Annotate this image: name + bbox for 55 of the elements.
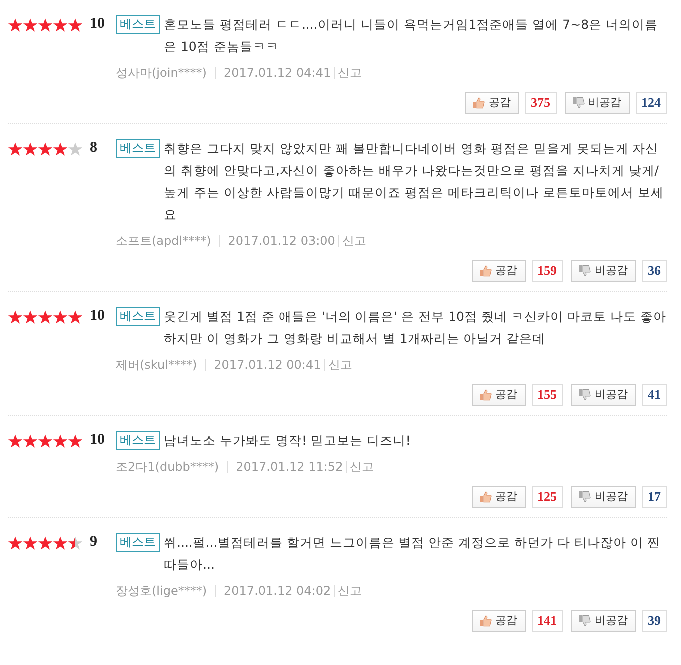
thumbs-up-icon [480,389,492,401]
dislike-count: 41 [642,384,667,406]
like-button[interactable]: 공감 [472,260,526,282]
like-count: 155 [532,384,563,406]
comment-text: 쒸....펄...별점테러를 할거면 느그이름은 별점 안준 계정으로 하던가 다 티나잖아 이 찐따들아... [164,534,662,574]
comment-date: 2017.01.12 00:41 [214,357,322,374]
thumbs-down-icon [579,491,591,503]
thumbs-down-icon [579,389,591,401]
score-value: 9 [90,533,98,552]
dislike-button[interactable]: 비공감 [564,92,630,114]
comment-date: 2017.01.12 03:00 [228,233,336,250]
dislike-count: 39 [642,610,667,632]
best-badge: 베스트 [116,431,160,450]
dislike-button[interactable]: 비공감 [571,384,636,406]
like-count: 125 [532,486,563,508]
score-value: 8 [90,139,98,158]
dislike-button[interactable]: 비공감 [571,610,636,632]
dislike-count: 36 [642,260,667,282]
comment-date: 2017.01.12 11:52 [236,459,344,476]
author-name: 제버(skul****) [116,357,198,374]
like-button[interactable]: 공감 [472,384,526,406]
author-name: 장성호(lige****) [116,583,208,600]
best-badge: 베스트 [116,533,160,552]
thumbs-down-icon [579,265,591,277]
comment-date: 2017.01.12 04:02 [224,583,332,600]
dislike-button[interactable]: 비공감 [571,260,636,282]
like-button[interactable]: 공감 [472,610,526,632]
comment-text: 웃긴게 별점 1점 준 애들은 '너의 이름은' 은 전부 10점 줬네 ㅋ신카이 마코토 나도 좋아하지만 이 영화가 그 영화랑 비교해서 별 1개짜리는 아닐거 같은데 [164,308,667,348]
like-count: 375 [525,92,556,114]
dislike-button[interactable]: 비공감 [571,486,636,508]
thumbs-down-icon [572,97,584,109]
author-name: 소프트(apdl****) [116,233,212,250]
best-badge: 베스트 [116,15,160,34]
thumbs-up-icon [480,491,492,503]
best-badge: 베스트 [116,307,160,326]
like-button[interactable]: 공감 [472,486,526,508]
thumbs-up-icon [480,615,492,627]
comment-text: 남녀노소 누가봐도 명작! 믿고보는 디즈니! [164,432,411,450]
score-value: 10 [90,307,106,326]
best-badge: 베스트 [116,139,160,158]
author-name: 조2다1(dubb****) [116,459,220,476]
dislike-count: 17 [642,486,667,508]
thumbs-up-icon [480,265,492,277]
dislike-count: 124 [636,92,667,114]
author-name: 성사마(join****) [116,65,207,82]
comment-text: 취향은 그다지 맞지 않았지만 꽤 볼만합니다네이버 영화 평점은 믿을게 못되는게 자신의 취향에 안맞다고,자신이 좋아하는 배우가 나왔다는것만으로 평점을 지나치게 낮게/높게 주는 이상한 사람들이많기 때문이죠 평점은 메타크리틱이나 로튼토마토에서 보세요 [164,140,665,224]
thumbs-down-icon [579,615,591,627]
like-count: 141 [532,610,563,632]
comment-text: 혼모노들 평점테러 ㄷㄷ....이러니 니들이 욕먹는거임1점준애들 열에 7~8은 너의이름은 10점 준놈들ㅋㅋ [164,16,660,56]
score-value: 10 [90,15,106,34]
comment-date: 2017.01.12 04:41 [224,65,332,82]
like-count: 159 [532,260,563,282]
thumbs-up-icon [473,97,485,109]
score-value: 10 [90,431,106,450]
like-button[interactable]: 공감 [465,92,519,114]
